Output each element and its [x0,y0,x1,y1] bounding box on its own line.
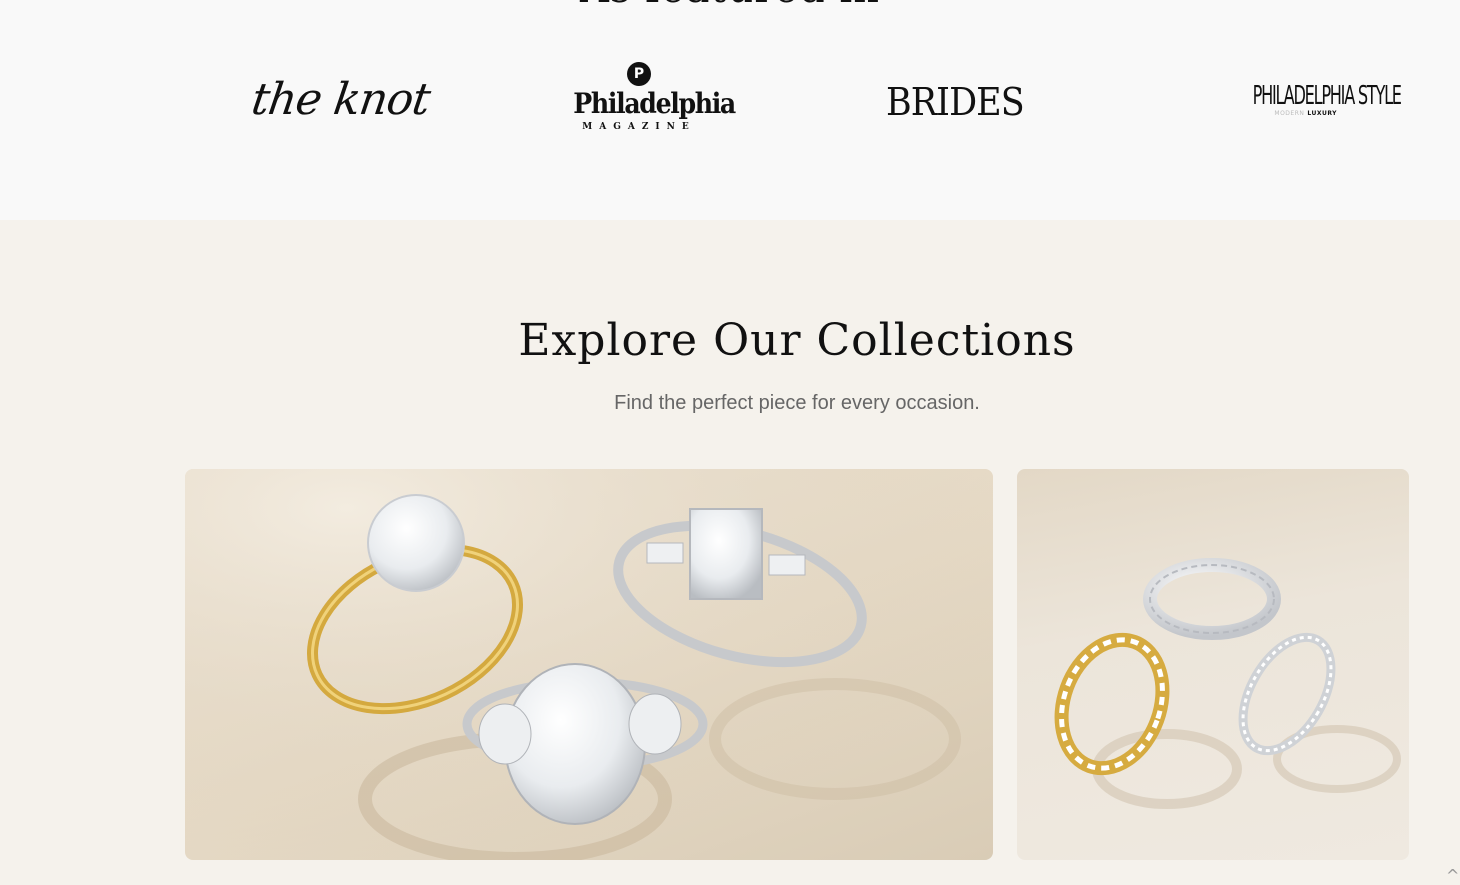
wedding-bands-image [1054,558,1401,809]
featured-heading: As featured in [0,0,1460,12]
philadelphia-logo-name: Philadelphia [573,87,736,120]
the-knot-logo: the knot [248,74,433,125]
collections-subtitle: Find the perfect piece for every occasio… [614,392,980,414]
collections-title: Explore Our Collections [518,315,1076,366]
philadelphia-style-name: PHILADELPHIA STYLE [1252,81,1402,111]
brides-logo: BRIDES [886,80,1025,124]
featured-in-section: As featured in the knot P Philadelphia M… [0,0,1460,220]
engagement-rings-collection-card[interactable] [185,469,993,860]
philadelphia-logo-sub: MAGAZINE [582,122,696,132]
engagement-rings-image [185,469,993,860]
philadelphia-badge: P [627,62,651,86]
wedding-bands-collection-card[interactable] [1017,469,1409,860]
philadelphia-style-logo: PHILADELPHIA STYLE MODERN LUXURY [1201,80,1402,117]
chevron-up-icon[interactable]: ^ [1446,866,1459,885]
philadelphia-magazine-logo: P Philadelphia MAGAZINE [566,62,736,132]
